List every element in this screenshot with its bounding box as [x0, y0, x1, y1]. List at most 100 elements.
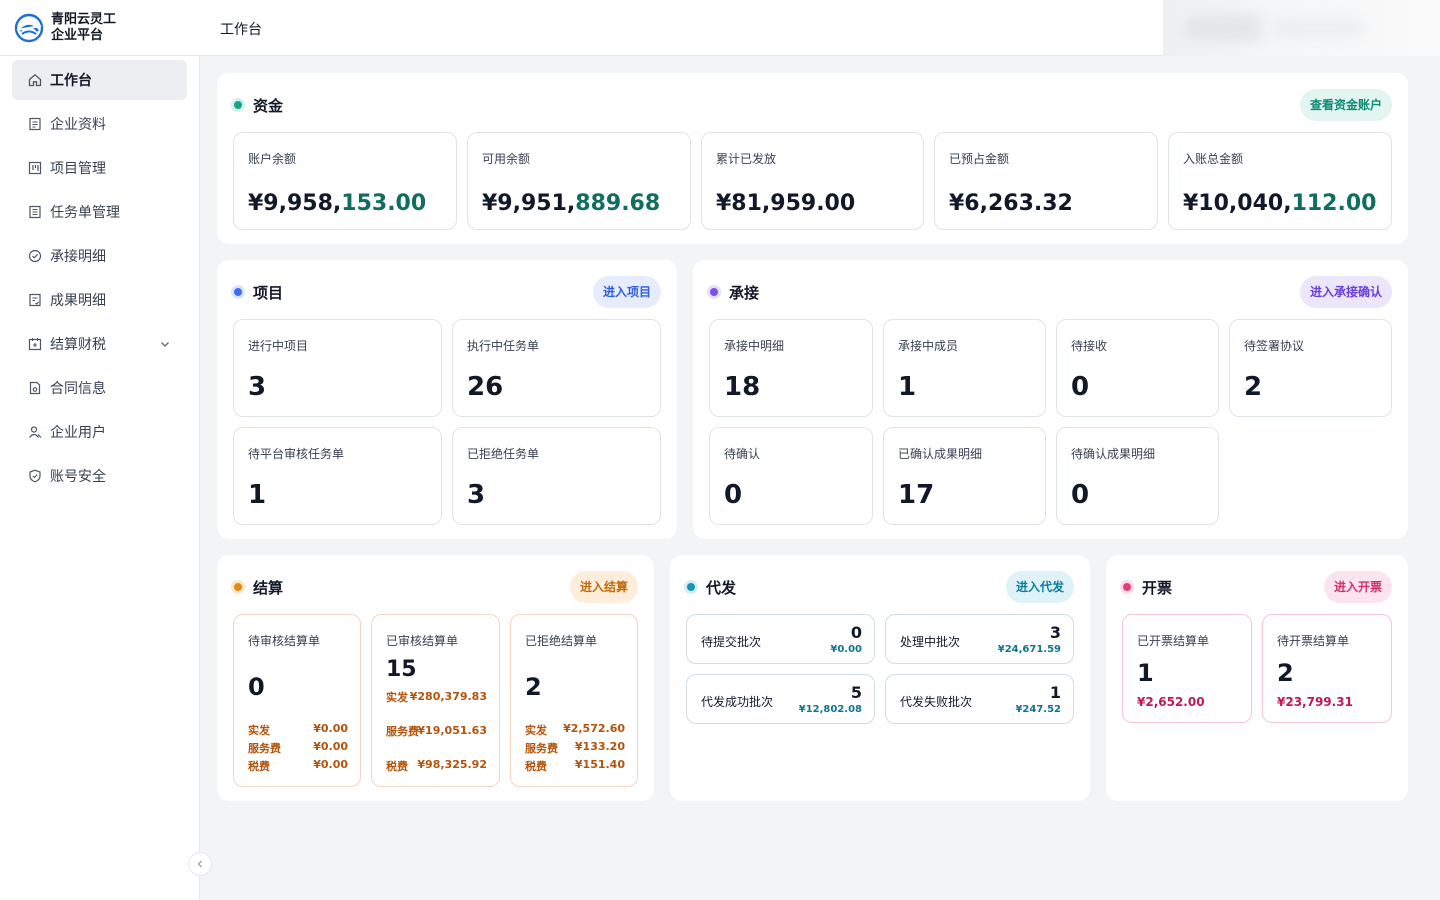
settlement-row-paid: 实发 ¥2,572.60	[525, 722, 625, 737]
card-value: 1	[1137, 659, 1154, 687]
sidebar-item-account-security[interactable]: 账号安全	[12, 456, 187, 496]
accept-card-pending-receive[interactable]: 待接收 0	[1056, 319, 1219, 417]
sidebar-item-label: 合同信息	[50, 381, 106, 397]
card-label: 待接收	[1071, 339, 1108, 353]
card-value: 2	[525, 673, 542, 701]
sidebar-item-contracts[interactable]: 合同信息	[12, 368, 187, 408]
settlement-row-paid: 实发	[386, 691, 408, 704]
card-count: 1	[1049, 683, 1061, 702]
project-card-rejected[interactable]: 已拒绝任务单 3	[452, 427, 661, 525]
accept-card-pending-results[interactable]: 待确认成果明细 0	[1056, 427, 1219, 525]
settlement-row-tax: 税费 ¥151.40	[525, 758, 625, 773]
sidebar-item-settlement-tax[interactable]: 结算财税	[12, 324, 187, 364]
sidebar-collapse-button[interactable]	[188, 852, 212, 876]
card-value: 15	[386, 657, 417, 682]
sidebar-item-label: 账号安全	[50, 469, 106, 485]
settlement-row-paid-value: ¥280,379.83	[409, 690, 487, 703]
fund-card-issued[interactable]: 累计已发放 ¥81,959.00	[701, 132, 924, 230]
card-value: 0	[248, 673, 265, 701]
enter-invoice-button[interactable]: 进入开票	[1323, 571, 1392, 603]
accept-card-in-progress-details[interactable]: 承接中明细 18	[709, 319, 873, 417]
card-amount: ¥6,263.32	[949, 191, 1073, 216]
invoice-card-invoiced[interactable]: 已开票结算单 1 ¥2,652.00	[1122, 614, 1252, 723]
card-label: 已拒绝结算单	[525, 634, 598, 648]
card-count: 5	[850, 683, 862, 702]
payout-panel: 代发 进入代发 待提交批次 0 ¥0.00 处理中批次 3 ¥24,671.59…	[670, 555, 1090, 801]
card-amount: ¥12,802.08	[798, 704, 862, 715]
card-value: 1	[898, 372, 917, 402]
accept-card-confirmed-results[interactable]: 已确认成果明细 17	[883, 427, 1046, 525]
accept-card-members[interactable]: 承接中成员 1	[883, 319, 1046, 417]
card-label: 进行中项目	[248, 339, 309, 353]
accept-card-pending-confirm[interactable]: 待确认 0	[709, 427, 873, 525]
users-icon	[28, 425, 42, 439]
chevron-down-icon[interactable]	[159, 338, 171, 350]
sidebar-item-label: 工作台	[50, 73, 92, 89]
invoice-title: 开票	[1142, 579, 1173, 597]
shield-icon	[28, 469, 42, 483]
enter-payout-button[interactable]: 进入代发	[1005, 571, 1074, 603]
enter-accept-confirm-button[interactable]: 进入承接确认	[1299, 276, 1392, 308]
sidebar-item-company-info[interactable]: 企业资料	[12, 104, 187, 144]
invoice-card-pending[interactable]: 待开票结算单 2 ¥23,799.31	[1262, 614, 1392, 723]
home-icon	[28, 73, 42, 87]
enter-settlement-button[interactable]: 进入结算	[569, 571, 638, 603]
settlement-row-tax: 税费 ¥0.00	[248, 758, 348, 773]
project-card-executing-tasks[interactable]: 执行中任务单 26	[452, 319, 661, 417]
fund-card-total-income[interactable]: 入账总金额 ¥10,040,112.00	[1168, 132, 1392, 230]
card-label: 待平台审核任务单	[248, 447, 345, 461]
chevron-left-icon	[197, 860, 202, 868]
card-label: 账户余额	[248, 152, 297, 166]
project-card-pending-review[interactable]: 待平台审核任务单 1	[233, 427, 442, 525]
card-label: 待确认	[724, 447, 761, 461]
user-area[interactable]	[1163, 0, 1440, 56]
card-label: 代发成功批次	[701, 695, 774, 709]
sidebar-item-users[interactable]: 企业用户	[12, 412, 187, 452]
sidebar-item-label: 企业资料	[50, 117, 106, 133]
payout-card-failed[interactable]: 代发失败批次 1 ¥247.52	[885, 674, 1074, 724]
invoice-status-dot	[1120, 580, 1134, 594]
enter-project-button[interactable]: 进入项目	[592, 276, 661, 308]
payout-card-success[interactable]: 代发成功批次 5 ¥12,802.08	[686, 674, 875, 724]
user-name-blurred	[1273, 18, 1363, 38]
fund-card-balance[interactable]: 账户余额 ¥9,958,153.00	[233, 132, 457, 230]
sidebar-item-projects[interactable]: 项目管理	[12, 148, 187, 188]
sidebar-item-label: 承接明细	[50, 249, 106, 265]
view-fund-account-button[interactable]: 查看资金账户	[1299, 89, 1392, 121]
project-card-in-progress[interactable]: 进行中项目 3	[233, 319, 442, 417]
settlement-card-approved[interactable]: 已审核结算单 15 实发 ¥280,379.83 服务费 ¥19,051.63 …	[371, 614, 500, 787]
card-count: 3	[1049, 623, 1061, 642]
fund-card-reserved[interactable]: 已预占金额 ¥6,263.32	[934, 132, 1158, 230]
sidebar-item-label: 任务单管理	[50, 205, 120, 221]
card-label: 待提交批次	[701, 635, 762, 649]
sidebar-item-tasks[interactable]: 任务单管理	[12, 192, 187, 232]
sidebar-item-label: 成果明细	[50, 293, 106, 309]
payout-card-processing[interactable]: 处理中批次 3 ¥24,671.59	[885, 614, 1074, 664]
payout-card-pending-submit[interactable]: 待提交批次 0 ¥0.00	[686, 614, 875, 664]
card-value: 3	[248, 372, 267, 402]
card-value: 0	[1071, 372, 1090, 402]
settlement-card-pending[interactable]: 待审核结算单 0 实发 ¥0.00 服务费 ¥0.00 税费 ¥0.00	[233, 614, 361, 787]
card-label: 处理中批次	[900, 635, 961, 649]
sidebar-item-results[interactable]: 成果明细	[12, 280, 187, 320]
contract-icon	[28, 381, 42, 395]
accept-card-pending-sign[interactable]: 待签署协议 2	[1229, 319, 1392, 417]
card-label: 待确认成果明细	[1071, 447, 1156, 461]
card-label: 已确认成果明细	[898, 447, 983, 461]
sidebar-item-label: 项目管理	[50, 161, 106, 177]
sidebar-item-accept-details[interactable]: 承接明细	[12, 236, 187, 276]
card-count: 0	[850, 623, 862, 642]
card-amount: ¥81,959.00	[716, 191, 856, 216]
fund-card-available[interactable]: 可用余额 ¥9,951,889.68	[467, 132, 691, 230]
payout-status-dot	[684, 580, 698, 594]
user-avatar-blurred	[1183, 14, 1263, 42]
card-value: 0	[1071, 480, 1090, 510]
card-value: 17	[898, 480, 935, 510]
brand-logo[interactable]: 青阳云灵工 企业平台	[14, 12, 116, 44]
sidebar-item-workbench[interactable]: 工作台	[12, 60, 187, 100]
settlement-card-rejected[interactable]: 已拒绝结算单 2 实发 ¥2,572.60 服务费 ¥133.20 税费 ¥151.4…	[510, 614, 638, 787]
fund-status-dot	[231, 98, 245, 112]
card-amount: ¥23,799.31	[1277, 695, 1353, 709]
document-icon	[28, 117, 42, 131]
accept-status-dot	[707, 285, 721, 299]
